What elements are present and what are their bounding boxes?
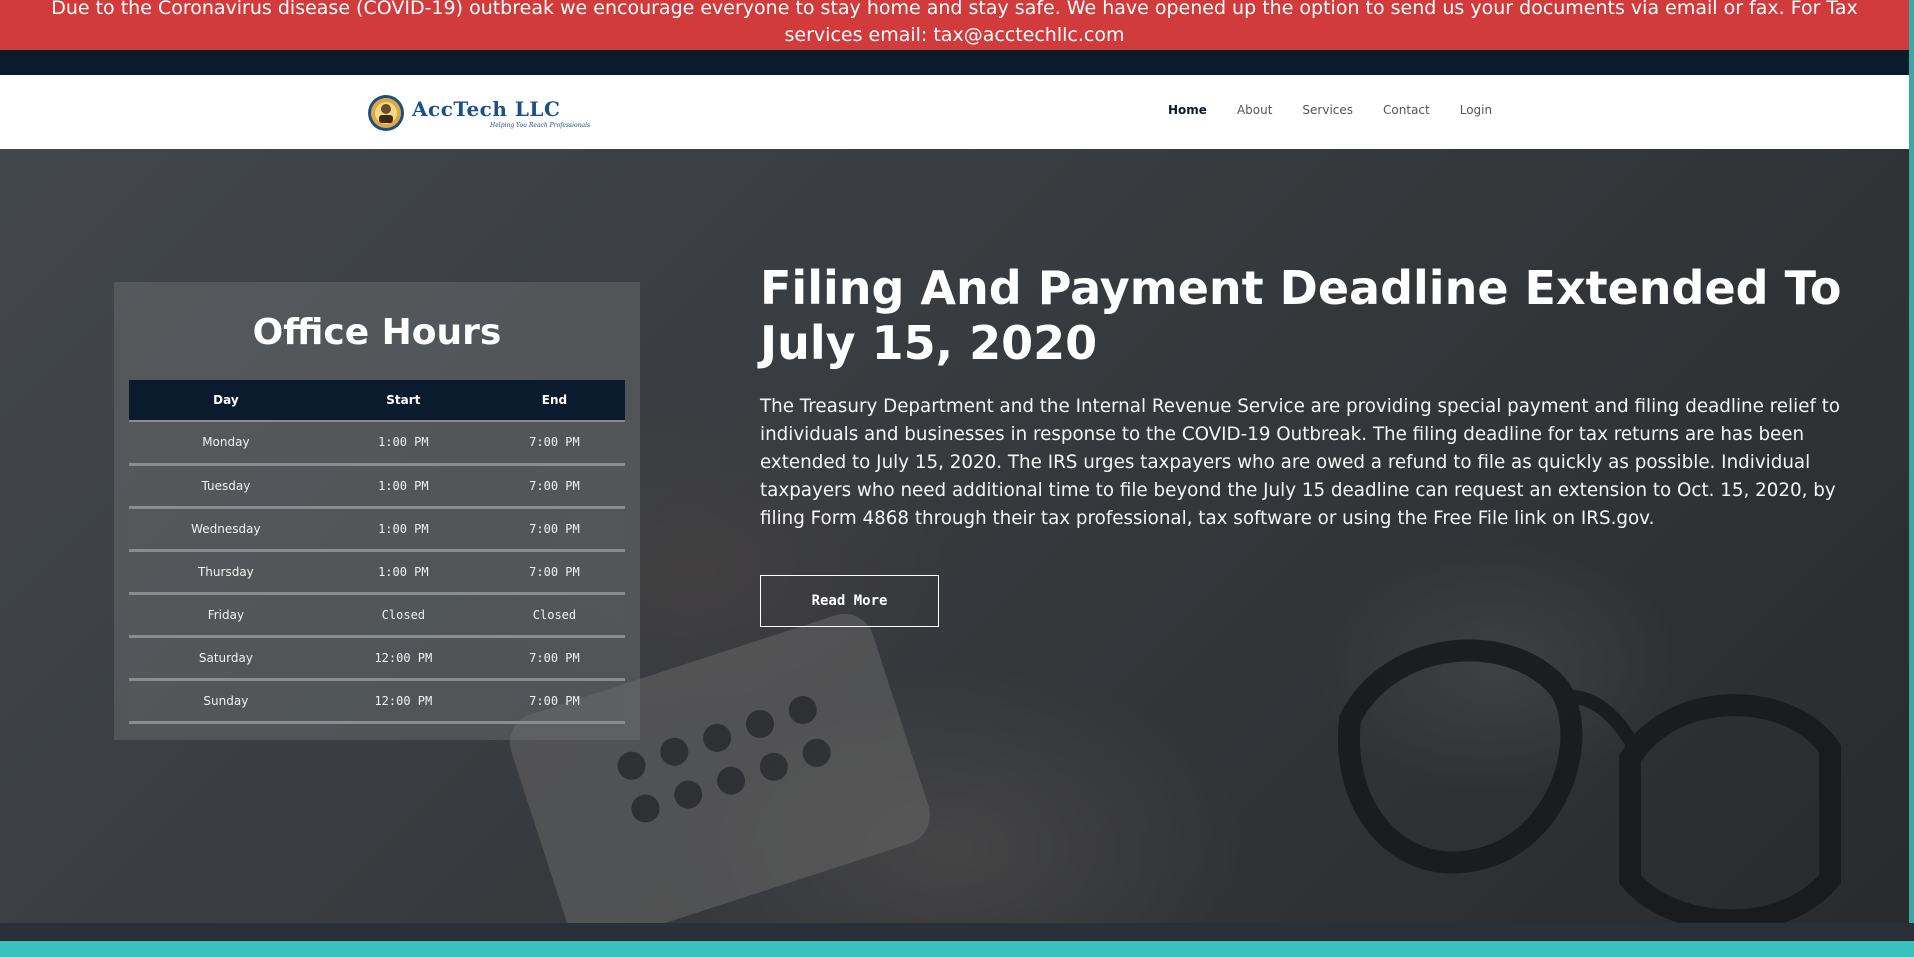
nav-about[interactable]: About [1237,103,1272,117]
scrollbar-track[interactable] [1909,0,1914,957]
end-cell: 7:00 PM [483,636,625,681]
day-cell: Friday [129,593,323,638]
day-cell: Monday [129,421,323,466]
office-hours-title: Office Hours [252,312,502,353]
logo-emblem-icon [368,95,404,131]
nav-login[interactable]: Login [1460,103,1492,117]
column-header-day: Day [129,380,323,422]
start-cell: 1:00 PM [322,507,484,552]
news-headline: Filing And Payment Deadline Extended To … [760,261,1842,370]
nav-contact[interactable]: Contact [1383,103,1430,117]
site-header: AccTech LLC Helping You Reach Profession… [0,75,1909,149]
start-cell: 1:00 PM [322,464,484,509]
main-nav: Home About Services Contact Login [1168,103,1522,117]
covid-alert-banner: Due to the Coronavirus disease (COVID-19… [0,0,1909,50]
office-hours-table: Day Start End Monday 1:00 PM 7:00 PM Tue… [129,380,625,724]
table-row: Sunday 12:00 PM 7:00 PM [129,679,625,724]
header-divider [0,50,1909,75]
table-header-row: Day Start End [129,380,625,422]
logo-name: AccTech LLC [412,97,561,121]
end-cell: 7:00 PM [483,464,625,509]
table-row: Friday Closed Closed [129,593,625,638]
news-body: The Treasury Department and the Internal… [760,396,1841,529]
logo-tagline: Helping You Reach Professionals [490,122,591,129]
table-row: Monday 1:00 PM 7:00 PM [129,421,625,466]
nav-home[interactable]: Home [1168,103,1207,117]
site-logo[interactable]: AccTech LLC Helping You Reach Profession… [366,91,590,135]
hero-section: Office Hours Day Start End Monday 1:00 P… [0,149,1909,923]
start-cell: 1:00 PM [322,421,484,466]
nav-services[interactable]: Services [1302,103,1353,117]
office-hours-card: Office Hours Day Start End Monday 1:00 P… [114,282,640,740]
day-cell: Sunday [129,679,323,724]
table-row: Thursday 1:00 PM 7:00 PM [129,550,625,595]
column-header-start: Start [322,380,484,422]
start-cell: Closed [322,593,484,638]
end-cell: 7:00 PM [483,421,625,466]
end-cell: 7:00 PM [483,679,625,724]
start-cell: 12:00 PM [322,636,484,681]
read-more-button[interactable]: Read More [760,575,939,627]
day-cell: Thursday [129,550,323,595]
start-cell: 12:00 PM [322,679,484,724]
end-cell: Closed [483,593,625,638]
day-cell: Tuesday [129,464,323,509]
day-cell: Saturday [129,636,323,681]
column-header-end: End [483,380,625,422]
table-row: Saturday 12:00 PM 7:00 PM [129,636,625,681]
day-cell: Wednesday [129,507,323,552]
table-row: Tuesday 1:00 PM 7:00 PM [129,464,625,509]
teal-accent-bar [0,941,1914,957]
end-cell: 7:00 PM [483,550,625,595]
end-cell: 7:00 PM [483,507,625,552]
covid-alert-text: Due to the Coronavirus disease (COVID-19… [51,0,1858,46]
start-cell: 1:00 PM [322,550,484,595]
news-article: Filing And Payment Deadline Extended To … [760,261,1875,533]
table-row: Wednesday 1:00 PM 7:00 PM [129,507,625,552]
